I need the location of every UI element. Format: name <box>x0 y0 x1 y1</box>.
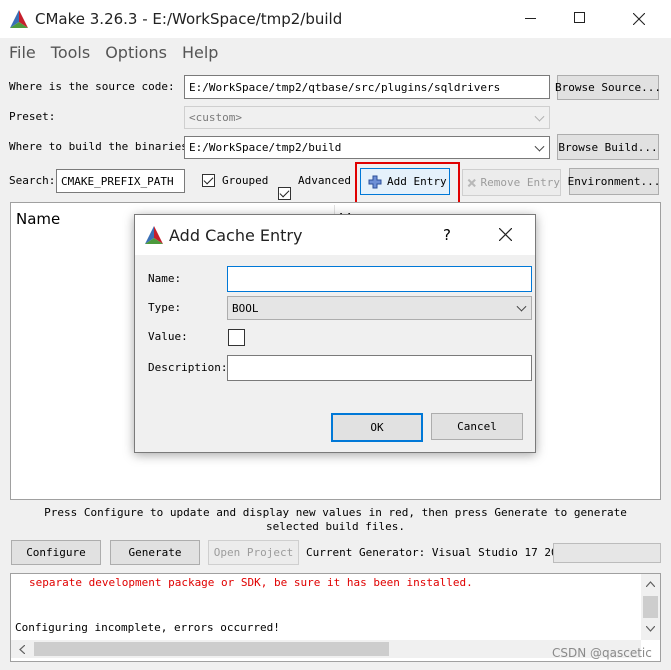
browse-build-button[interactable]: Browse Build... <box>557 134 659 160</box>
environment-button[interactable]: Environment... <box>568 168 660 195</box>
preset-label: Preset: <box>9 110 56 123</box>
type-select[interactable]: BOOL <box>227 296 532 320</box>
search-label: Search: <box>9 174 56 187</box>
value-label: Value: <box>148 330 188 343</box>
name-label: Name: <box>148 272 182 285</box>
maximize-icon <box>574 12 585 23</box>
cmake-logo-icon <box>10 10 28 28</box>
chevron-down-icon <box>534 111 545 122</box>
build-path-select[interactable]: E:/WorkSpace/tmp2/build <box>184 136 550 159</box>
window-title: CMake 3.26.3 - E:/WorkSpace/tmp2/build <box>35 10 343 28</box>
vertical-scrollbar[interactable] <box>641 574 660 640</box>
generate-button[interactable]: Generate <box>110 540 200 565</box>
build-label: Where to build the binaries: <box>9 140 195 153</box>
close-button[interactable] <box>616 0 662 38</box>
current-generator-text: Current Generator: Visual Studio 17 2022 <box>306 546 571 559</box>
progress-bar <box>553 543 661 563</box>
name-column-header[interactable]: Name <box>16 210 60 228</box>
maximize-button[interactable] <box>556 0 602 38</box>
ok-button[interactable]: OK <box>331 413 423 442</box>
chevron-down-icon <box>516 301 527 312</box>
open-project-button[interactable]: Open Project <box>208 540 299 565</box>
scroll-down-icon <box>646 626 655 632</box>
description-input[interactable] <box>227 355 532 381</box>
dialog-close-icon[interactable] <box>499 228 512 241</box>
scroll-thumb-horizontal[interactable] <box>34 642 389 656</box>
horizontal-scrollbar[interactable] <box>11 640 641 658</box>
close-icon <box>633 13 645 25</box>
dialog-title: Add Cache Entry <box>169 226 303 245</box>
scroll-up-icon <box>646 581 655 587</box>
watermark: CSDN @qascetic <box>552 646 652 660</box>
grouped-checkbox[interactable] <box>202 174 215 187</box>
preset-select[interactable]: <custom> <box>184 106 550 129</box>
cancel-button[interactable]: Cancel <box>431 413 523 440</box>
output-line-error: separate development package or SDK, be … <box>29 576 473 589</box>
browse-source-button[interactable]: Browse Source... <box>555 75 661 100</box>
remove-entry-button[interactable]: Remove Entry <box>462 169 561 196</box>
scroll-left-icon <box>19 645 25 654</box>
minimize-icon <box>525 18 536 19</box>
chevron-down-icon <box>534 141 545 152</box>
source-label: Where is the source code: <box>9 80 175 93</box>
add-cache-entry-dialog: Add Cache Entry ? Name: Type: BOOL Value… <box>134 214 536 453</box>
value-checkbox[interactable] <box>228 329 245 346</box>
dialog-help-button[interactable]: ? <box>443 226 451 244</box>
remove-icon <box>467 178 476 187</box>
source-path-input[interactable]: E:/WorkSpace/tmp2/qtbase/src/plugins/sql… <box>184 75 550 99</box>
grouped-label: Grouped <box>222 174 269 187</box>
advanced-label: Advanced <box>298 174 351 187</box>
type-label: Type: <box>148 301 182 314</box>
advanced-checkbox[interactable] <box>278 187 291 200</box>
configure-button[interactable]: Configure <box>11 540 101 565</box>
search-input[interactable]: CMAKE_PREFIX_PATH <box>56 169 185 193</box>
description-label: Description: <box>148 361 228 374</box>
cmake-logo-icon <box>145 226 163 244</box>
output-line-status: Configuring incomplete, errors occurred! <box>15 621 280 634</box>
name-input[interactable] <box>227 266 532 292</box>
menu-help[interactable]: Help <box>182 43 218 62</box>
menu-file[interactable]: File <box>9 43 36 62</box>
menu-tools[interactable]: Tools <box>51 43 90 62</box>
minimize-button[interactable] <box>508 0 554 38</box>
menu-bar: File Tools Options Help <box>0 38 671 66</box>
menu-options[interactable]: Options <box>105 43 167 62</box>
info-text: Press Configure to update and display ne… <box>44 506 627 533</box>
scroll-thumb[interactable] <box>643 596 658 618</box>
